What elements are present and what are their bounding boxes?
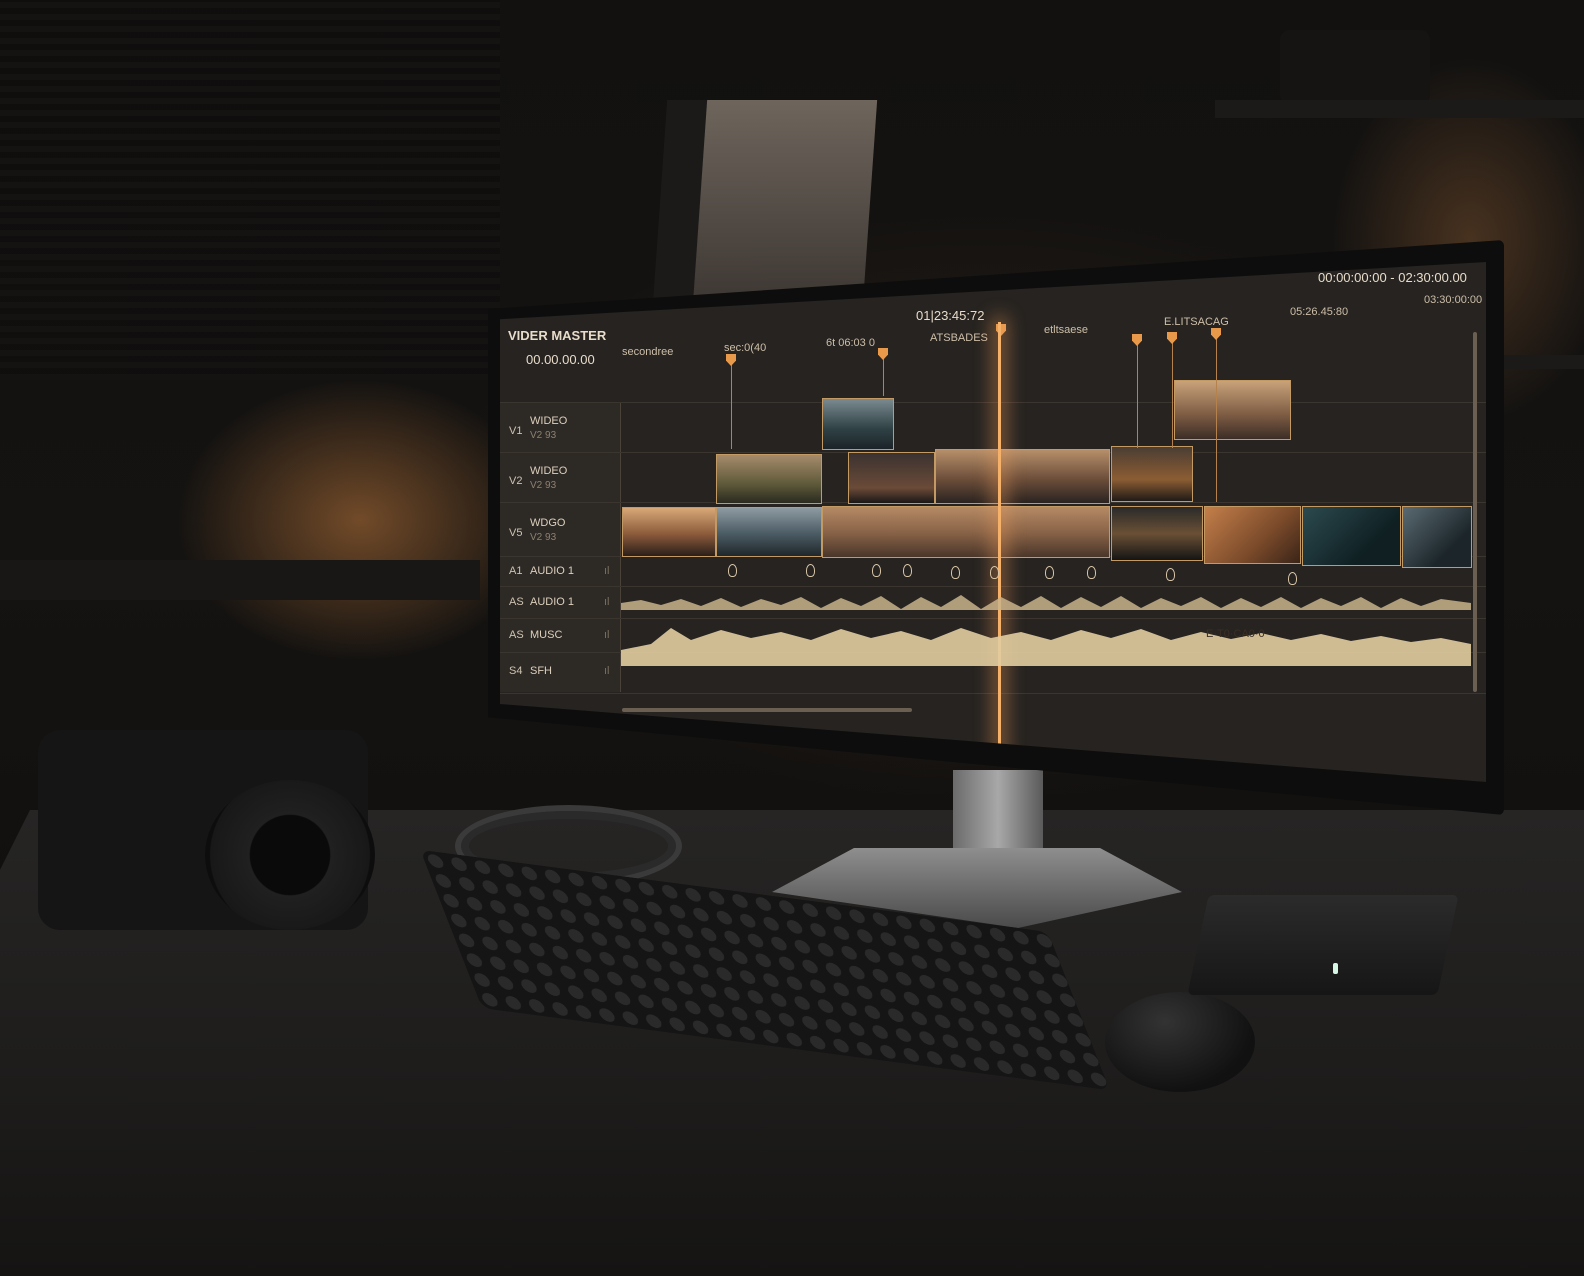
marker-icon[interactable] xyxy=(1167,332,1177,344)
track-name: MUSC xyxy=(530,629,563,641)
track-sub: V2 93 xyxy=(530,532,557,543)
keyframe-icon[interactable] xyxy=(728,564,737,577)
external-drive xyxy=(1187,895,1459,995)
keyframe-icon[interactable] xyxy=(990,566,999,579)
track-id: V5 xyxy=(509,527,523,539)
video-clip[interactable] xyxy=(848,452,935,504)
video-clip[interactable] xyxy=(822,506,1110,558)
audio-waveform[interactable] xyxy=(621,588,1471,618)
keyframe-icon[interactable] xyxy=(1288,572,1297,585)
track-v1[interactable]: V1 WIDEO V2 93 xyxy=(500,402,1486,453)
video-clip[interactable] xyxy=(822,398,894,450)
editor-timeline: VIDER MASTER 00.00.00.00 01|23:45:72 00:… xyxy=(500,262,1486,782)
marker-icon[interactable] xyxy=(1211,328,1221,340)
track-name: WIDEO xyxy=(530,465,568,477)
ruler-label: 05:26.45:80 xyxy=(1290,306,1349,318)
video-clip[interactable] xyxy=(622,507,716,557)
wall-shelf xyxy=(1215,100,1584,118)
track-id: S4 xyxy=(509,665,523,677)
track-name: SFH xyxy=(530,665,552,677)
acoustic-panel xyxy=(0,0,500,380)
center-timecode: 01|23:45:72 xyxy=(916,308,985,323)
meter-icon[interactable]: ıl xyxy=(604,665,610,677)
video-clip[interactable] xyxy=(716,454,822,504)
video-clip[interactable] xyxy=(1402,506,1472,568)
monitor-screen: VIDER MASTER 00.00.00.00 01|23:45:72 00:… xyxy=(500,262,1486,782)
keyframe-icon[interactable] xyxy=(951,566,960,579)
studio-scene: VIDER MASTER 00.00.00.00 01|23:45:72 00:… xyxy=(0,0,1584,1276)
video-clip[interactable] xyxy=(935,449,1110,504)
video-clip[interactable] xyxy=(1204,506,1301,564)
marker-icon[interactable] xyxy=(1132,334,1142,346)
track-id: V1 xyxy=(509,425,523,437)
keyframe-icon[interactable] xyxy=(872,564,881,577)
video-clip[interactable] xyxy=(1111,446,1193,502)
right-timecode: 03:30:00:00 xyxy=(1424,294,1483,306)
ruler-label: etltsaese xyxy=(1044,324,1089,336)
camera-lens xyxy=(205,780,375,930)
shelf-camera xyxy=(1280,30,1430,105)
vertical-scrollbar[interactable] xyxy=(1473,332,1477,692)
music-waveform[interactable] xyxy=(621,620,1471,670)
track-name: WDGO xyxy=(530,517,566,529)
track-id: A1 xyxy=(509,565,523,577)
ruler-label: secondree xyxy=(622,346,674,358)
keyframe-icon[interactable] xyxy=(903,564,912,577)
ruler-label: 6t 06:03 0 xyxy=(826,337,875,349)
mouse[interactable] xyxy=(1105,992,1255,1092)
softbox-light xyxy=(692,100,878,305)
ruler-label: E.LITSACAG xyxy=(1164,316,1229,328)
horizontal-scrollbar[interactable] xyxy=(622,708,912,712)
track-name: AUDIO 1 xyxy=(530,596,575,608)
track-id: AS xyxy=(509,596,524,608)
drive-led xyxy=(1333,963,1338,974)
ruler-label: sec:0(40 xyxy=(724,342,767,354)
back-table xyxy=(0,560,480,600)
track-sub: V2 93 xyxy=(530,430,557,441)
track-sub: V2 93 xyxy=(530,480,557,491)
video-clip[interactable] xyxy=(1302,506,1401,566)
track-name: AUDIO 1 xyxy=(530,565,575,577)
ruler-label: ATSBADES xyxy=(930,332,988,344)
meter-icon[interactable]: ıl xyxy=(604,629,610,641)
left-timecode: 00.00.00.00 xyxy=(526,352,595,367)
marker-icon[interactable] xyxy=(726,354,736,366)
keyframe-icon[interactable] xyxy=(1166,568,1175,581)
track-id: AS xyxy=(509,629,524,641)
marker-line xyxy=(1137,338,1138,448)
marker-icon[interactable] xyxy=(878,348,888,360)
marker-line xyxy=(1216,332,1217,502)
meter-icon[interactable]: ıl xyxy=(604,596,610,608)
project-title: VIDER MASTER xyxy=(508,328,607,343)
meter-icon[interactable]: ıl xyxy=(604,565,610,577)
keyframe-icon[interactable] xyxy=(1045,566,1054,579)
video-clip[interactable] xyxy=(1111,506,1203,561)
range-timecode: 00:00:00:00 - 02:30:00.00 xyxy=(1318,270,1467,285)
video-clip[interactable] xyxy=(1174,380,1291,440)
keyframe-icon[interactable] xyxy=(1087,566,1096,579)
video-clip[interactable] xyxy=(716,507,822,557)
waveform-label: E·T0·CA0·0 xyxy=(1206,628,1265,640)
track-id: V2 xyxy=(509,475,523,487)
keyframe-icon[interactable] xyxy=(806,564,815,577)
marker-line xyxy=(1172,336,1173,448)
playhead[interactable] xyxy=(998,322,1001,782)
track-name: WIDEO xyxy=(530,415,568,427)
marker-line xyxy=(731,357,732,449)
